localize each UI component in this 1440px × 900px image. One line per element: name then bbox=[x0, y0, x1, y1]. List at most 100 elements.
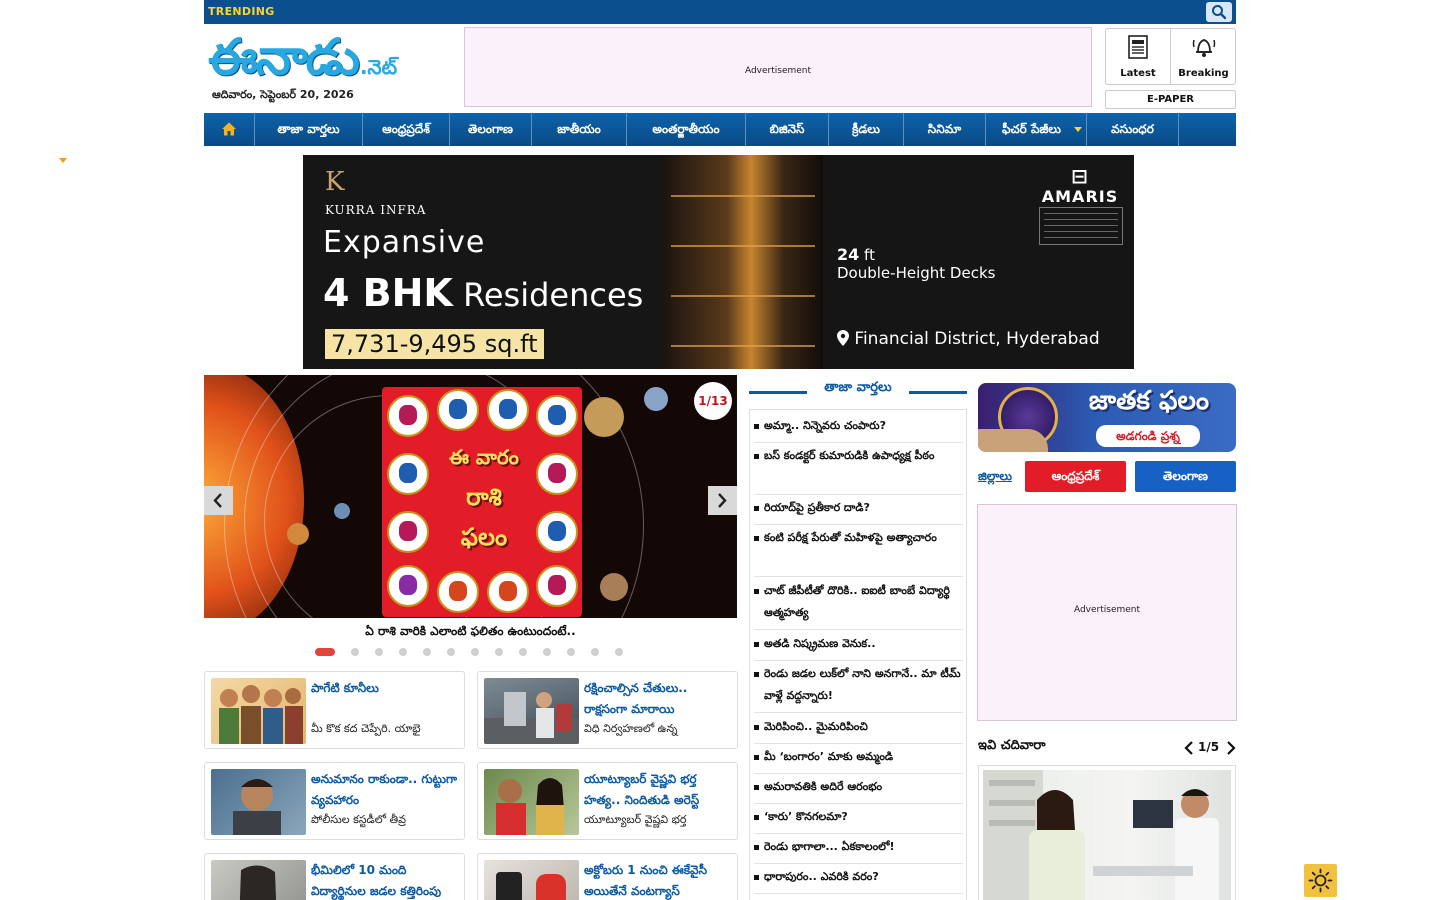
nav-sports[interactable]: క్రీడలు bbox=[829, 113, 904, 146]
news-icon bbox=[1128, 35, 1148, 59]
latest-label: Latest bbox=[1120, 68, 1156, 79]
nav-feature-pages-label: ఫీచర్ పేజీలు bbox=[1002, 122, 1061, 136]
district-telangana-button[interactable]: తెలంగాణ bbox=[1135, 461, 1236, 492]
story-thumbnail bbox=[484, 678, 579, 744]
list-item[interactable]: చాట్ జీపీటీతో దొరికి.. ఐఐటీ బాంబే విద్యా… bbox=[754, 580, 963, 630]
read-these-heading: ఇవి చదివారా bbox=[978, 738, 1046, 753]
slider-dot[interactable] bbox=[399, 648, 407, 656]
slider-dot[interactable] bbox=[315, 648, 335, 656]
story-summary: యూట్యూబర్ వైష్ణవి భర్త bbox=[584, 813, 687, 826]
slider-dot[interactable] bbox=[495, 648, 503, 656]
slider-dot[interactable] bbox=[567, 648, 575, 656]
slide-counter: 1/13 bbox=[694, 382, 732, 420]
list-item[interactable]: రియాద్‌పై ప్రతీకార దాడి? bbox=[754, 497, 963, 525]
list-item[interactable]: ధారాపురం.. ఎవరికి వరం? bbox=[754, 866, 963, 894]
main-nav: తాజా వార్తలు ఆంధ్రప్రదేశ్ తెలంగాణ జాతీయం… bbox=[204, 113, 1236, 146]
story-card[interactable]: యూట్యూబర్ వైష్ణవి భర్త హత్య.. నిందితుడి … bbox=[477, 762, 738, 840]
slider-next-button[interactable] bbox=[708, 486, 737, 515]
list-item[interactable]: బస్ కండక్టర్ కుమారుడికి ఉపాధ్యక్ష పీఠం bbox=[754, 445, 963, 495]
banner-building-image bbox=[663, 155, 823, 369]
nav-business[interactable]: బిజినెస్ bbox=[746, 113, 829, 146]
nav-andhra-pradesh[interactable]: ఆంధ్రప్రదేశ్ bbox=[363, 113, 450, 146]
zodiac-capricorn-icon bbox=[387, 565, 429, 607]
slider-dot[interactable] bbox=[615, 648, 623, 656]
site-logo[interactable]: ఈనాడు .నెట్ bbox=[208, 28, 448, 86]
chevron-left-icon bbox=[213, 493, 222, 508]
slider-dot[interactable] bbox=[519, 648, 527, 656]
story-summary: పోలీసుల కస్టడీలో తీవ్ర bbox=[311, 813, 406, 826]
nav-cinema[interactable]: సినిమా bbox=[904, 113, 986, 146]
chevron-left-icon[interactable] bbox=[1184, 741, 1194, 755]
zodiac-gemini-icon bbox=[487, 389, 529, 431]
top-advertisement[interactable]: Advertisement bbox=[464, 27, 1092, 107]
story-card[interactable]: పాగేటి కూనీలు మీ కొక కద చెప్పేరి. యాభై bbox=[204, 671, 465, 749]
theme-toggle-button[interactable] bbox=[1304, 864, 1337, 897]
list-item[interactable]: అమరావతికి అదిరే ఆరంభం bbox=[754, 776, 963, 804]
slider-dot[interactable] bbox=[375, 648, 383, 656]
districts-label[interactable]: జిల్లాలు bbox=[978, 469, 1012, 486]
story-card[interactable]: అక్టోబరు 1 నుంచి ఈకేవైసీ అయితేనే వంటగ్యా… bbox=[477, 853, 738, 900]
list-item[interactable]: ‘కారు’ కొనగలమా? bbox=[754, 806, 963, 834]
latest-button[interactable]: Latest bbox=[1106, 29, 1171, 84]
slider-dot[interactable] bbox=[447, 648, 455, 656]
list-item[interactable]: అతడి నిష్క్రమణ వెనుక.. bbox=[754, 633, 963, 661]
list-item[interactable]: అమ్మా.. నిన్నెవరు చంపారు? bbox=[754, 415, 963, 443]
banner-location: Financial District, Hyderabad bbox=[837, 329, 1100, 349]
story-thumbnail bbox=[983, 770, 1231, 900]
district-andhra-pradesh-button[interactable]: ఆంధ్రప్రదేశ్ bbox=[1025, 461, 1126, 492]
zodiac-pisces-icon bbox=[387, 453, 429, 495]
latest-news-title[interactable]: తాజా వార్తలు bbox=[811, 380, 905, 398]
horoscope-ask-button[interactable]: అడగండి ప్రశ్న bbox=[1096, 425, 1200, 447]
nav-national[interactable]: జాతీయం bbox=[532, 113, 627, 146]
hand-graphic bbox=[978, 429, 1048, 452]
list-item[interactable]: కంటి పరీక్ష పేరుతో మహిళపై అత్యాచారం bbox=[754, 527, 963, 577]
trending-label[interactable]: TRENDING bbox=[208, 5, 275, 18]
trending-bar: TRENDING bbox=[204, 0, 1236, 24]
banner-feature-unit: ft bbox=[864, 246, 875, 264]
list-item[interactable]: రెండు భాగాలా... ఏకకాలంలో! bbox=[754, 836, 963, 864]
zodiac-aquarius-icon bbox=[387, 511, 429, 553]
list-item[interactable]: రెండు జడల లుక్‌లో నాని అనగానే.. మా టీమ్ … bbox=[754, 663, 963, 713]
feature-slider[interactable]: ఈ వారం రాశి ఫలం 1/13 bbox=[204, 375, 737, 618]
search-button[interactable] bbox=[1206, 2, 1232, 22]
zodiac-cancer-icon bbox=[536, 395, 578, 437]
slider-dot[interactable] bbox=[471, 648, 479, 656]
story-card[interactable]: అనుమానం రాకుండా.. గుట్టుగా వ్యవహారం పోలీ… bbox=[204, 762, 465, 840]
story-card[interactable]: భీమిలిలో 10 మంది విద్యార్థినుల జడల కత్తి… bbox=[204, 853, 465, 900]
banner-left-panel: K KURRA INFRA Expansive 4 BHK Residences… bbox=[303, 155, 663, 369]
horoscope-banner[interactable]: జాతక ఫలం అడగండి ప్రశ్న bbox=[978, 383, 1236, 452]
story-title: అనుమానం రాకుండా.. గుట్టుగా వ్యవహారం bbox=[311, 772, 458, 807]
story-title: రక్షించాల్సిన చేతులు.. రాక్షసంగా మారాయి bbox=[584, 681, 688, 716]
banner-advertisement[interactable]: K KURRA INFRA Expansive 4 BHK Residences… bbox=[303, 155, 1134, 369]
nav-feature-pages[interactable]: ఫీచర్ పేజీలు bbox=[986, 113, 1087, 146]
nav-latest-news[interactable]: తాజా వార్తలు bbox=[255, 113, 363, 146]
list-item[interactable]: మీ ‘బంగారం’ మాకు అమ్మండి bbox=[754, 746, 963, 774]
slider-dot[interactable] bbox=[591, 648, 599, 656]
slide-caption[interactable]: ఏ రాశి వారికి ఎలాంటి ఫలితం ఉంటుందంటే.. bbox=[204, 624, 737, 641]
amaris-logo: ⊟ AMARIS bbox=[1038, 165, 1122, 206]
epaper-link[interactable]: E-PAPER bbox=[1105, 90, 1236, 109]
nav-home[interactable] bbox=[204, 113, 255, 146]
slide-title-line-1: ఈ వారం bbox=[449, 445, 519, 469]
story-card[interactable]: రక్షించాల్సిన చేతులు.. రాక్షసంగా మారాయి … bbox=[477, 671, 738, 749]
nav-vasundhara[interactable]: వసుంధర bbox=[1087, 113, 1179, 146]
breaking-button[interactable]: Breaking bbox=[1171, 29, 1236, 84]
read-these-card[interactable] bbox=[978, 765, 1236, 900]
slider-dot[interactable] bbox=[423, 648, 431, 656]
sun-icon bbox=[1308, 868, 1333, 893]
nav-international[interactable]: అంతర్జాతీయం bbox=[627, 113, 746, 146]
side-advertisement[interactable]: Advertisement bbox=[977, 504, 1237, 721]
slider-dot[interactable] bbox=[351, 648, 359, 656]
read-these-pager: 1/5 bbox=[1182, 738, 1236, 758]
list-item[interactable]: మెరిపించి.. మైమరిపించి bbox=[754, 716, 963, 744]
slider-dot[interactable] bbox=[543, 648, 551, 656]
story-thumbnail bbox=[484, 769, 579, 835]
story-thumbnail bbox=[211, 769, 306, 835]
zodiac-aries-icon bbox=[387, 395, 429, 437]
banner-headline-1: Expansive bbox=[323, 225, 486, 260]
chevron-right-icon[interactable] bbox=[1226, 741, 1236, 755]
banner-location-text: Financial District, Hyderabad bbox=[854, 329, 1100, 349]
slider-prev-button[interactable] bbox=[204, 486, 233, 515]
banner-residences: Residences bbox=[463, 276, 644, 314]
nav-telangana[interactable]: తెలంగాణ bbox=[450, 113, 532, 146]
